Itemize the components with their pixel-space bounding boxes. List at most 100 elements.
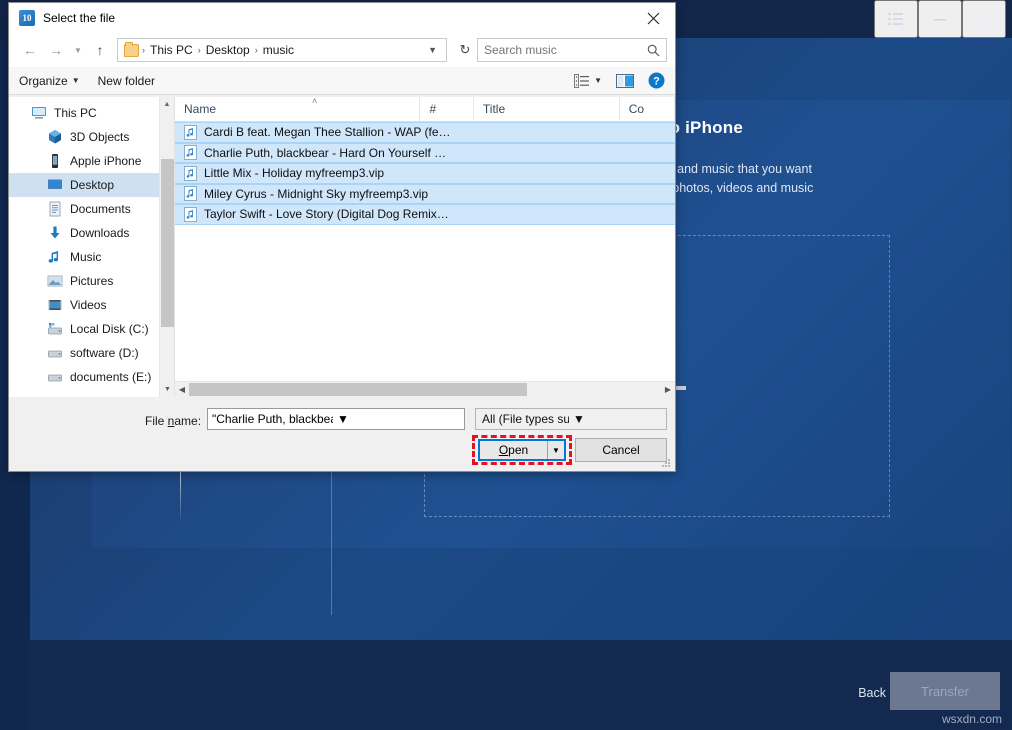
navigation-tree: This PC 3D Objects Apple iPhone	[9, 97, 174, 389]
music-file-icon	[184, 186, 197, 201]
splitter-marker	[676, 386, 686, 390]
resize-grip[interactable]	[661, 458, 671, 468]
new-folder-button[interactable]: New folder	[98, 74, 155, 88]
minimize-icon[interactable]	[918, 0, 962, 38]
column-label: Name	[184, 102, 216, 116]
chevron-down-icon: ▼	[72, 76, 80, 85]
organize-label: Organize	[19, 74, 68, 88]
table-row[interactable]: Taylor Swift - Love Story (Digital Dog R…	[175, 204, 675, 225]
column-header-contributing[interactable]: Co	[620, 97, 675, 122]
chevron-up-icon[interactable]: ▲	[160, 97, 174, 112]
file-name-value: "Charlie Puth, blackbear - Hard On Yours…	[212, 412, 333, 426]
sidebar-item-documents[interactable]: Documents	[9, 197, 174, 221]
sidebar-item-local-disk-c[interactable]: Local Disk (C:)	[9, 317, 174, 341]
view-options-button[interactable]: ▼	[574, 74, 602, 88]
transfer-button[interactable]: Transfer	[890, 672, 1000, 710]
table-row[interactable]: Charlie Puth, blackbear - Hard On Yourse…	[175, 143, 675, 164]
preview-pane-button[interactable]	[616, 74, 634, 88]
close-icon[interactable]	[962, 0, 1006, 38]
chevron-down-icon[interactable]: ▼	[69, 37, 87, 63]
column-header-name[interactable]: Name ˄	[175, 97, 420, 122]
sidebar-item-software-d[interactable]: software (D:)	[9, 341, 174, 365]
sidebar-label: 3D Objects	[70, 130, 129, 144]
music-file-icon	[184, 145, 197, 160]
tree-scroll-thumb[interactable]	[161, 159, 174, 327]
file-type-select[interactable]: All (File types supported by the ▼	[475, 408, 667, 430]
sidebar-item-downloads[interactable]: Downloads	[9, 221, 174, 245]
sidebar-item-desktop[interactable]: Desktop	[9, 173, 174, 197]
chevron-right-icon[interactable]: ▶	[661, 385, 675, 394]
table-row[interactable]: Cardi B feat. Megan Thee Stallion - WAP …	[175, 122, 675, 143]
back-button[interactable]: Back	[858, 686, 886, 700]
open-dropdown-caret[interactable]: ▼	[547, 441, 564, 459]
sidebar-item-apple-iphone[interactable]: Apple iPhone	[9, 149, 174, 173]
arrow-up-icon[interactable]: ↑	[87, 37, 113, 63]
chevron-left-icon[interactable]: ◀	[175, 385, 189, 394]
sidebar-label: Documents	[70, 202, 131, 216]
videos-icon	[47, 297, 63, 313]
sidebar-label: Downloads	[70, 226, 129, 240]
preview-pane-icon	[616, 74, 634, 88]
music-file-icon	[184, 125, 197, 140]
breadcrumb-music[interactable]: music	[259, 43, 298, 57]
app-footer: Back Transfer wsxdn.com	[0, 640, 1012, 730]
file-type-value: All (File types supported by the	[482, 412, 569, 426]
music-file-icon	[184, 166, 197, 181]
tree-vertical-scrollbar[interactable]: ▲ ▼	[159, 97, 174, 397]
breadcrumb-this-pc[interactable]: This PC	[146, 43, 197, 57]
sidebar-item-music[interactable]: Music	[9, 245, 174, 269]
search-box[interactable]	[477, 38, 667, 62]
list-menu-icon[interactable]	[874, 0, 918, 38]
this-pc-icon	[31, 105, 47, 121]
breadcrumb-desktop[interactable]: Desktop	[202, 43, 254, 57]
file-name: Little Mix - Holiday myfreemp3.vip	[204, 166, 384, 180]
column-header-number[interactable]: #	[420, 97, 473, 122]
close-icon[interactable]	[631, 3, 675, 33]
cancel-button[interactable]: Cancel	[575, 438, 667, 462]
desktop-icon	[47, 177, 63, 193]
app-icon: 10	[19, 10, 35, 26]
file-name: Cardi B feat. Megan Thee Stallion - WAP …	[204, 125, 451, 139]
search-input[interactable]	[484, 43, 647, 57]
chevron-down-icon[interactable]: ▼	[423, 45, 442, 55]
column-header-title[interactable]: Title	[474, 97, 620, 122]
phone-icon	[47, 153, 63, 169]
drive-icon	[47, 369, 63, 385]
sidebar-item-3d-objects[interactable]: 3D Objects	[9, 125, 174, 149]
open-button[interactable]: Open	[480, 441, 547, 459]
panel-divider-mid	[331, 470, 332, 615]
file-name-label-pre: File	[145, 414, 168, 428]
scroll-thumb[interactable]	[189, 383, 527, 396]
view-options-icon	[574, 74, 590, 88]
arrow-right-icon[interactable]: →	[43, 37, 69, 63]
file-name: Charlie Puth, blackbear - Hard On Yourse…	[204, 146, 446, 160]
sidebar-item-videos[interactable]: Videos	[9, 293, 174, 317]
arrow-left-icon[interactable]: ←	[17, 37, 43, 63]
file-name-label-post: ame:	[174, 414, 201, 428]
file-list-pane: Name ˄ # Title Co Cardi B feat. Megan Th…	[175, 97, 675, 397]
scroll-track[interactable]	[189, 382, 661, 398]
sidebar-label: software (D:)	[70, 346, 139, 360]
file-name-input[interactable]: "Charlie Puth, blackbear - Hard On Yours…	[207, 408, 465, 430]
sidebar-item-documents-e[interactable]: documents (E:)	[9, 365, 174, 389]
table-row[interactable]: Little Mix - Holiday myfreemp3.vip	[175, 163, 675, 184]
file-list-horizontal-scrollbar[interactable]: ◀ ▶	[175, 381, 675, 397]
sidebar-item-this-pc[interactable]: This PC	[9, 101, 174, 125]
chevron-down-icon[interactable]: ▼	[569, 412, 664, 426]
table-row[interactable]: Miley Cyrus - Midnight Sky myfreemp3.vip	[175, 184, 675, 205]
chevron-down-icon[interactable]: ▼	[160, 382, 175, 397]
navigation-tree-pane: This PC 3D Objects Apple iPhone	[9, 97, 175, 397]
sidebar-label: Desktop	[70, 178, 114, 192]
local-disk-icon	[47, 321, 63, 337]
address-bar[interactable]: › This PC › Desktop › music ▼	[117, 38, 447, 62]
file-name: Miley Cyrus - Midnight Sky myfreemp3.vip	[204, 187, 428, 201]
svg-text:?: ?	[653, 75, 660, 87]
3d-objects-icon	[47, 129, 63, 145]
sidebar-item-pictures[interactable]: Pictures	[9, 269, 174, 293]
organize-button[interactable]: Organize ▼	[19, 74, 80, 88]
dialog-navbar: ← → ▼ ↑ › This PC › Desktop › music ▼ ↻	[9, 33, 675, 67]
help-icon[interactable]: ?	[648, 72, 665, 89]
panel-divider-left	[180, 470, 181, 522]
refresh-icon[interactable]: ↻	[453, 38, 477, 62]
chevron-down-icon[interactable]: ▼	[333, 412, 462, 426]
